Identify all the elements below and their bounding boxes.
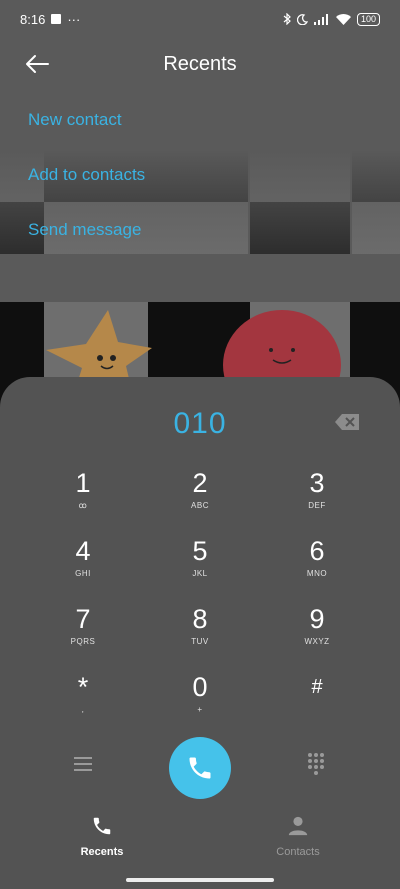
person-icon — [288, 816, 308, 836]
key-digit: 3 — [309, 468, 325, 498]
key-digit: 2 — [192, 468, 208, 498]
key-6[interactable]: 6 MNO — [277, 535, 357, 593]
page-title: Recents — [163, 52, 237, 75]
status-bar: 8:16 ··· 100 — [0, 0, 400, 38]
home-indicator[interactable] — [126, 878, 274, 882]
key-letters: TUV — [191, 637, 209, 646]
key-8[interactable]: 8 TUV — [160, 603, 240, 661]
bluetooth-icon — [283, 13, 291, 25]
action-list: New contact Add to contacts Send message — [28, 110, 145, 275]
menu-icon[interactable] — [74, 755, 94, 773]
key-4[interactable]: 4 GHI — [43, 535, 123, 593]
key-digit: 7 — [75, 604, 91, 634]
key-letters: DEF — [308, 501, 326, 510]
key-digit: 4 — [75, 536, 91, 566]
key-digit: 5 — [192, 536, 208, 566]
battery-icon: 100 — [356, 12, 380, 26]
dialer-controls — [0, 737, 400, 799]
key-letters: WXYZ — [304, 637, 330, 646]
bottom-nav: Recents Contacts — [0, 815, 400, 865]
add-to-contacts-link[interactable]: Add to contacts — [28, 165, 145, 187]
key-hash[interactable]: # — [277, 671, 357, 729]
key-3[interactable]: 3 DEF — [277, 467, 357, 525]
key-letters: PQRS — [70, 637, 96, 646]
key-digit: 1 — [75, 468, 91, 498]
key-digit: 6 — [309, 536, 325, 566]
key-letters: + — [197, 705, 203, 714]
key-letters: , — [81, 705, 85, 714]
key-2[interactable]: 2 ABC — [160, 467, 240, 525]
moon-icon — [296, 13, 308, 25]
key-digit: 9 — [309, 604, 325, 634]
new-contact-link[interactable]: New contact — [28, 110, 145, 132]
dialpad-icon[interactable] — [306, 752, 326, 776]
call-button[interactable] — [169, 737, 231, 799]
key-1[interactable]: 1 ꝏ — [43, 467, 123, 525]
key-digit: * — [77, 672, 89, 702]
key-9[interactable]: 9 WXYZ — [277, 603, 357, 661]
status-time: 8:16 — [20, 11, 46, 27]
key-letters: ABC — [191, 501, 209, 510]
send-message-link[interactable]: Send message — [28, 220, 145, 242]
nav-recents[interactable]: Recents — [42, 815, 162, 858]
more-notifications-icon: ··· — [67, 11, 81, 27]
key-digit: # — [311, 676, 323, 698]
key-letters: JKL — [192, 569, 208, 578]
nav-recents-label: Recents — [80, 846, 124, 858]
phone-icon — [93, 817, 111, 835]
key-letters: GHI — [75, 569, 91, 578]
wifi-icon — [335, 13, 351, 25]
backspace-icon[interactable] — [334, 413, 360, 431]
key-digit: 8 — [192, 604, 208, 634]
key-letters: MNO — [306, 569, 328, 578]
signal-icon — [313, 13, 328, 25]
notification-icon — [51, 14, 62, 24]
phone-icon — [189, 757, 211, 779]
key-star[interactable]: * , — [43, 671, 123, 729]
key-5[interactable]: 5 JKL — [160, 535, 240, 593]
header: Recents — [0, 38, 400, 90]
nav-contacts-label: Contacts — [276, 846, 320, 858]
voicemail-icon: ꝏ — [78, 501, 88, 510]
arrow-left-icon[interactable] — [24, 52, 50, 76]
nav-contacts[interactable]: Contacts — [238, 815, 358, 858]
dialer-panel: 010 1 ꝏ 2 ABC 3 DEF 4 GHI 5 JKL 6 MNO 7 … — [0, 377, 400, 889]
key-digit: 0 — [192, 672, 208, 702]
key-0[interactable]: 0 + — [160, 671, 240, 729]
key-7[interactable]: 7 PQRS — [43, 603, 123, 661]
